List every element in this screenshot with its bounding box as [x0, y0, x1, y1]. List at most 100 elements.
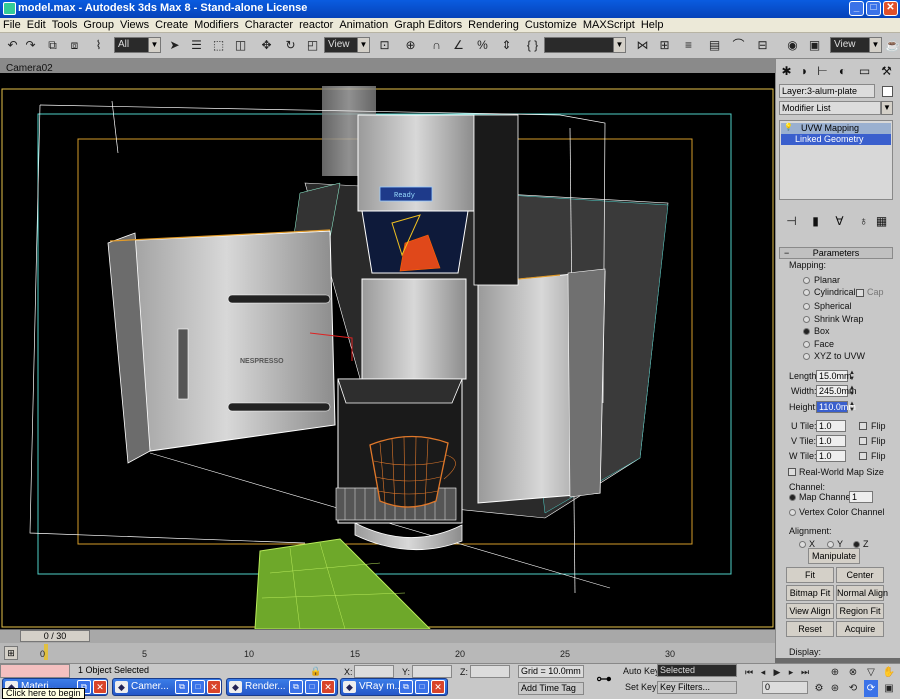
- menu-file[interactable]: File: [0, 18, 24, 32]
- move-icon[interactable]: ✥: [258, 37, 275, 54]
- menu-modifiers[interactable]: Modifiers: [191, 18, 242, 32]
- selection-filter-dropdown[interactable]: All ▼: [114, 37, 161, 53]
- time-slider-track[interactable]: [0, 629, 775, 643]
- curve-editor-icon[interactable]: ⌒: [730, 37, 747, 54]
- radio-shrink-wrap[interactable]: [803, 316, 810, 323]
- length-spinner-arrows[interactable]: ▲ ▼: [849, 370, 855, 382]
- taskbar-item-vray[interactable]: ◆ VRay m... ⧉ □ ✕: [340, 678, 448, 696]
- utilities-tab-icon[interactable]: ⚒: [879, 64, 894, 79]
- radio-box[interactable]: [803, 328, 810, 335]
- remove-modifier-icon[interactable]: ♁: [856, 214, 871, 229]
- layer-manager-icon[interactable]: ≡: [680, 37, 697, 54]
- radio-face[interactable]: [803, 341, 810, 348]
- radio-axis-z[interactable]: [853, 541, 860, 548]
- camera-viewport[interactable]: NESPRESSO Ready: [0, 73, 775, 630]
- height-spinner-arrows[interactable]: ▲ ▼: [849, 401, 855, 413]
- angle-snap-icon[interactable]: ∠: [450, 37, 467, 54]
- width-spinner[interactable]: 245.0mm: [816, 385, 857, 397]
- prev-frame-icon[interactable]: ◂: [756, 664, 770, 681]
- y-coord-field[interactable]: [412, 665, 452, 678]
- truck-icon[interactable]: ⊛: [828, 680, 842, 697]
- named-selection-dropdown[interactable]: ▼: [544, 37, 626, 53]
- key-icon[interactable]: ⊶: [592, 670, 616, 690]
- radio-cylindrical[interactable]: [803, 289, 810, 296]
- goto-start-icon[interactable]: ⏮: [742, 664, 756, 681]
- fov-icon[interactable]: ▽: [864, 664, 878, 681]
- render-view-dropdown[interactable]: View ▼: [830, 37, 882, 53]
- reset-button[interactable]: Reset: [786, 621, 834, 637]
- time-slider[interactable]: 0 / 30: [20, 630, 90, 642]
- mini-curve-editor-icon[interactable]: ⊞: [4, 646, 18, 660]
- schematic-view-icon[interactable]: ⊟: [754, 37, 771, 54]
- menu-animation[interactable]: Animation: [336, 18, 391, 32]
- taskbar-item-render[interactable]: ◆ Render... ⧉ □ ✕: [226, 678, 338, 696]
- menu-tools[interactable]: Tools: [49, 18, 81, 32]
- w-flip-checkbox[interactable]: [859, 452, 867, 460]
- link-icon[interactable]: ⧉: [44, 37, 61, 54]
- width-spinner-arrows[interactable]: ▲ ▼: [849, 385, 855, 397]
- close-icon[interactable]: ✕: [207, 680, 221, 694]
- acquire-button[interactable]: Acquire: [836, 621, 884, 637]
- object-color-swatch[interactable]: [882, 86, 893, 97]
- undo-icon[interactable]: ↶: [4, 37, 21, 54]
- unlink-icon[interactable]: ⧈: [66, 37, 83, 54]
- layer-name-field[interactable]: Layer:3-alum-plate: [779, 84, 875, 98]
- layers-icon[interactable]: ▤: [706, 37, 723, 54]
- scale-icon[interactable]: ◰: [304, 37, 321, 54]
- zoom-all-icon[interactable]: ⊗: [846, 664, 860, 681]
- close-icon[interactable]: ✕: [93, 680, 107, 694]
- render-scene-icon[interactable]: ▣: [806, 37, 823, 54]
- current-frame-field[interactable]: 0: [762, 681, 808, 694]
- minimize-button[interactable]: _: [849, 1, 864, 16]
- length-spinner[interactable]: 15.0mm: [816, 370, 852, 382]
- maxscript-listener[interactable]: [0, 664, 70, 678]
- menu-rendering[interactable]: Rendering: [465, 18, 522, 32]
- track-bar[interactable]: ⊞ 0 5 10 15 20 25 30: [0, 643, 775, 663]
- select-by-name-icon[interactable]: ☰: [188, 37, 205, 54]
- close-button[interactable]: ✕: [883, 1, 898, 16]
- roll-icon[interactable]: ⟳: [864, 680, 878, 697]
- menu-graph-editors[interactable]: Graph Editors: [391, 18, 465, 32]
- u-flip-checkbox[interactable]: [859, 422, 867, 430]
- center-button[interactable]: Center: [836, 567, 884, 583]
- make-unique-icon[interactable]: ∀: [832, 214, 847, 229]
- select-object-icon[interactable]: ➤: [166, 37, 183, 54]
- menu-create[interactable]: Create: [152, 18, 191, 32]
- radio-axis-y[interactable]: [827, 541, 834, 548]
- chevron-down-icon[interactable]: ▼: [881, 101, 893, 115]
- real-world-checkbox[interactable]: [788, 468, 796, 476]
- spinner-snap-icon[interactable]: ⇕: [498, 37, 515, 54]
- goto-end-icon[interactable]: ⏭: [798, 664, 812, 681]
- region-fit-button[interactable]: Region Fit: [836, 603, 884, 619]
- bind-spacewarp-icon[interactable]: ⌇: [90, 37, 107, 54]
- taskbar-item-camera[interactable]: ◆ Camer... ⧉ □ ✕: [112, 678, 222, 696]
- zoom-icon[interactable]: ⊕: [828, 664, 842, 681]
- normal-align-button[interactable]: Normal Align: [836, 585, 888, 601]
- radio-planar[interactable]: [803, 277, 810, 284]
- lightbulb-icon[interactable]: 💡: [784, 124, 793, 132]
- maximize-viewport-icon[interactable]: ▣: [882, 680, 896, 697]
- rect-selection-icon[interactable]: ⬚: [210, 37, 227, 54]
- v-tile-spinner[interactable]: 1.0: [816, 435, 846, 447]
- key-filters-button[interactable]: Key Filters...: [657, 681, 737, 694]
- view-align-button[interactable]: View Align: [786, 603, 834, 619]
- menu-group[interactable]: Group: [80, 18, 117, 32]
- configure-sets-icon[interactable]: ▦: [874, 214, 889, 229]
- create-tab-icon[interactable]: ✱: [779, 64, 794, 79]
- align-icon[interactable]: ⊞: [656, 37, 673, 54]
- set-key-button[interactable]: Set Key: [625, 682, 657, 692]
- menu-views[interactable]: Views: [117, 18, 152, 32]
- modifier-list-dropdown[interactable]: Modifier List: [779, 101, 881, 115]
- parameters-rollout[interactable]: − Parameters: [779, 247, 893, 259]
- orbit-icon[interactable]: ⟲: [846, 680, 860, 697]
- motion-tab-icon[interactable]: ◐: [835, 64, 850, 79]
- radio-axis-x[interactable]: [799, 541, 806, 548]
- menu-maxscript[interactable]: MAXScript: [580, 18, 638, 32]
- percent-snap-icon[interactable]: %: [474, 37, 491, 54]
- map-channel-spinner[interactable]: 1: [849, 491, 873, 503]
- maximize-icon[interactable]: □: [415, 680, 429, 694]
- window-crossing-icon[interactable]: ◫: [232, 37, 249, 54]
- hierarchy-tab-icon[interactable]: ⊢: [815, 64, 830, 79]
- restore-icon[interactable]: ⧉: [175, 680, 189, 694]
- quick-render-icon[interactable]: ☕: [884, 37, 900, 54]
